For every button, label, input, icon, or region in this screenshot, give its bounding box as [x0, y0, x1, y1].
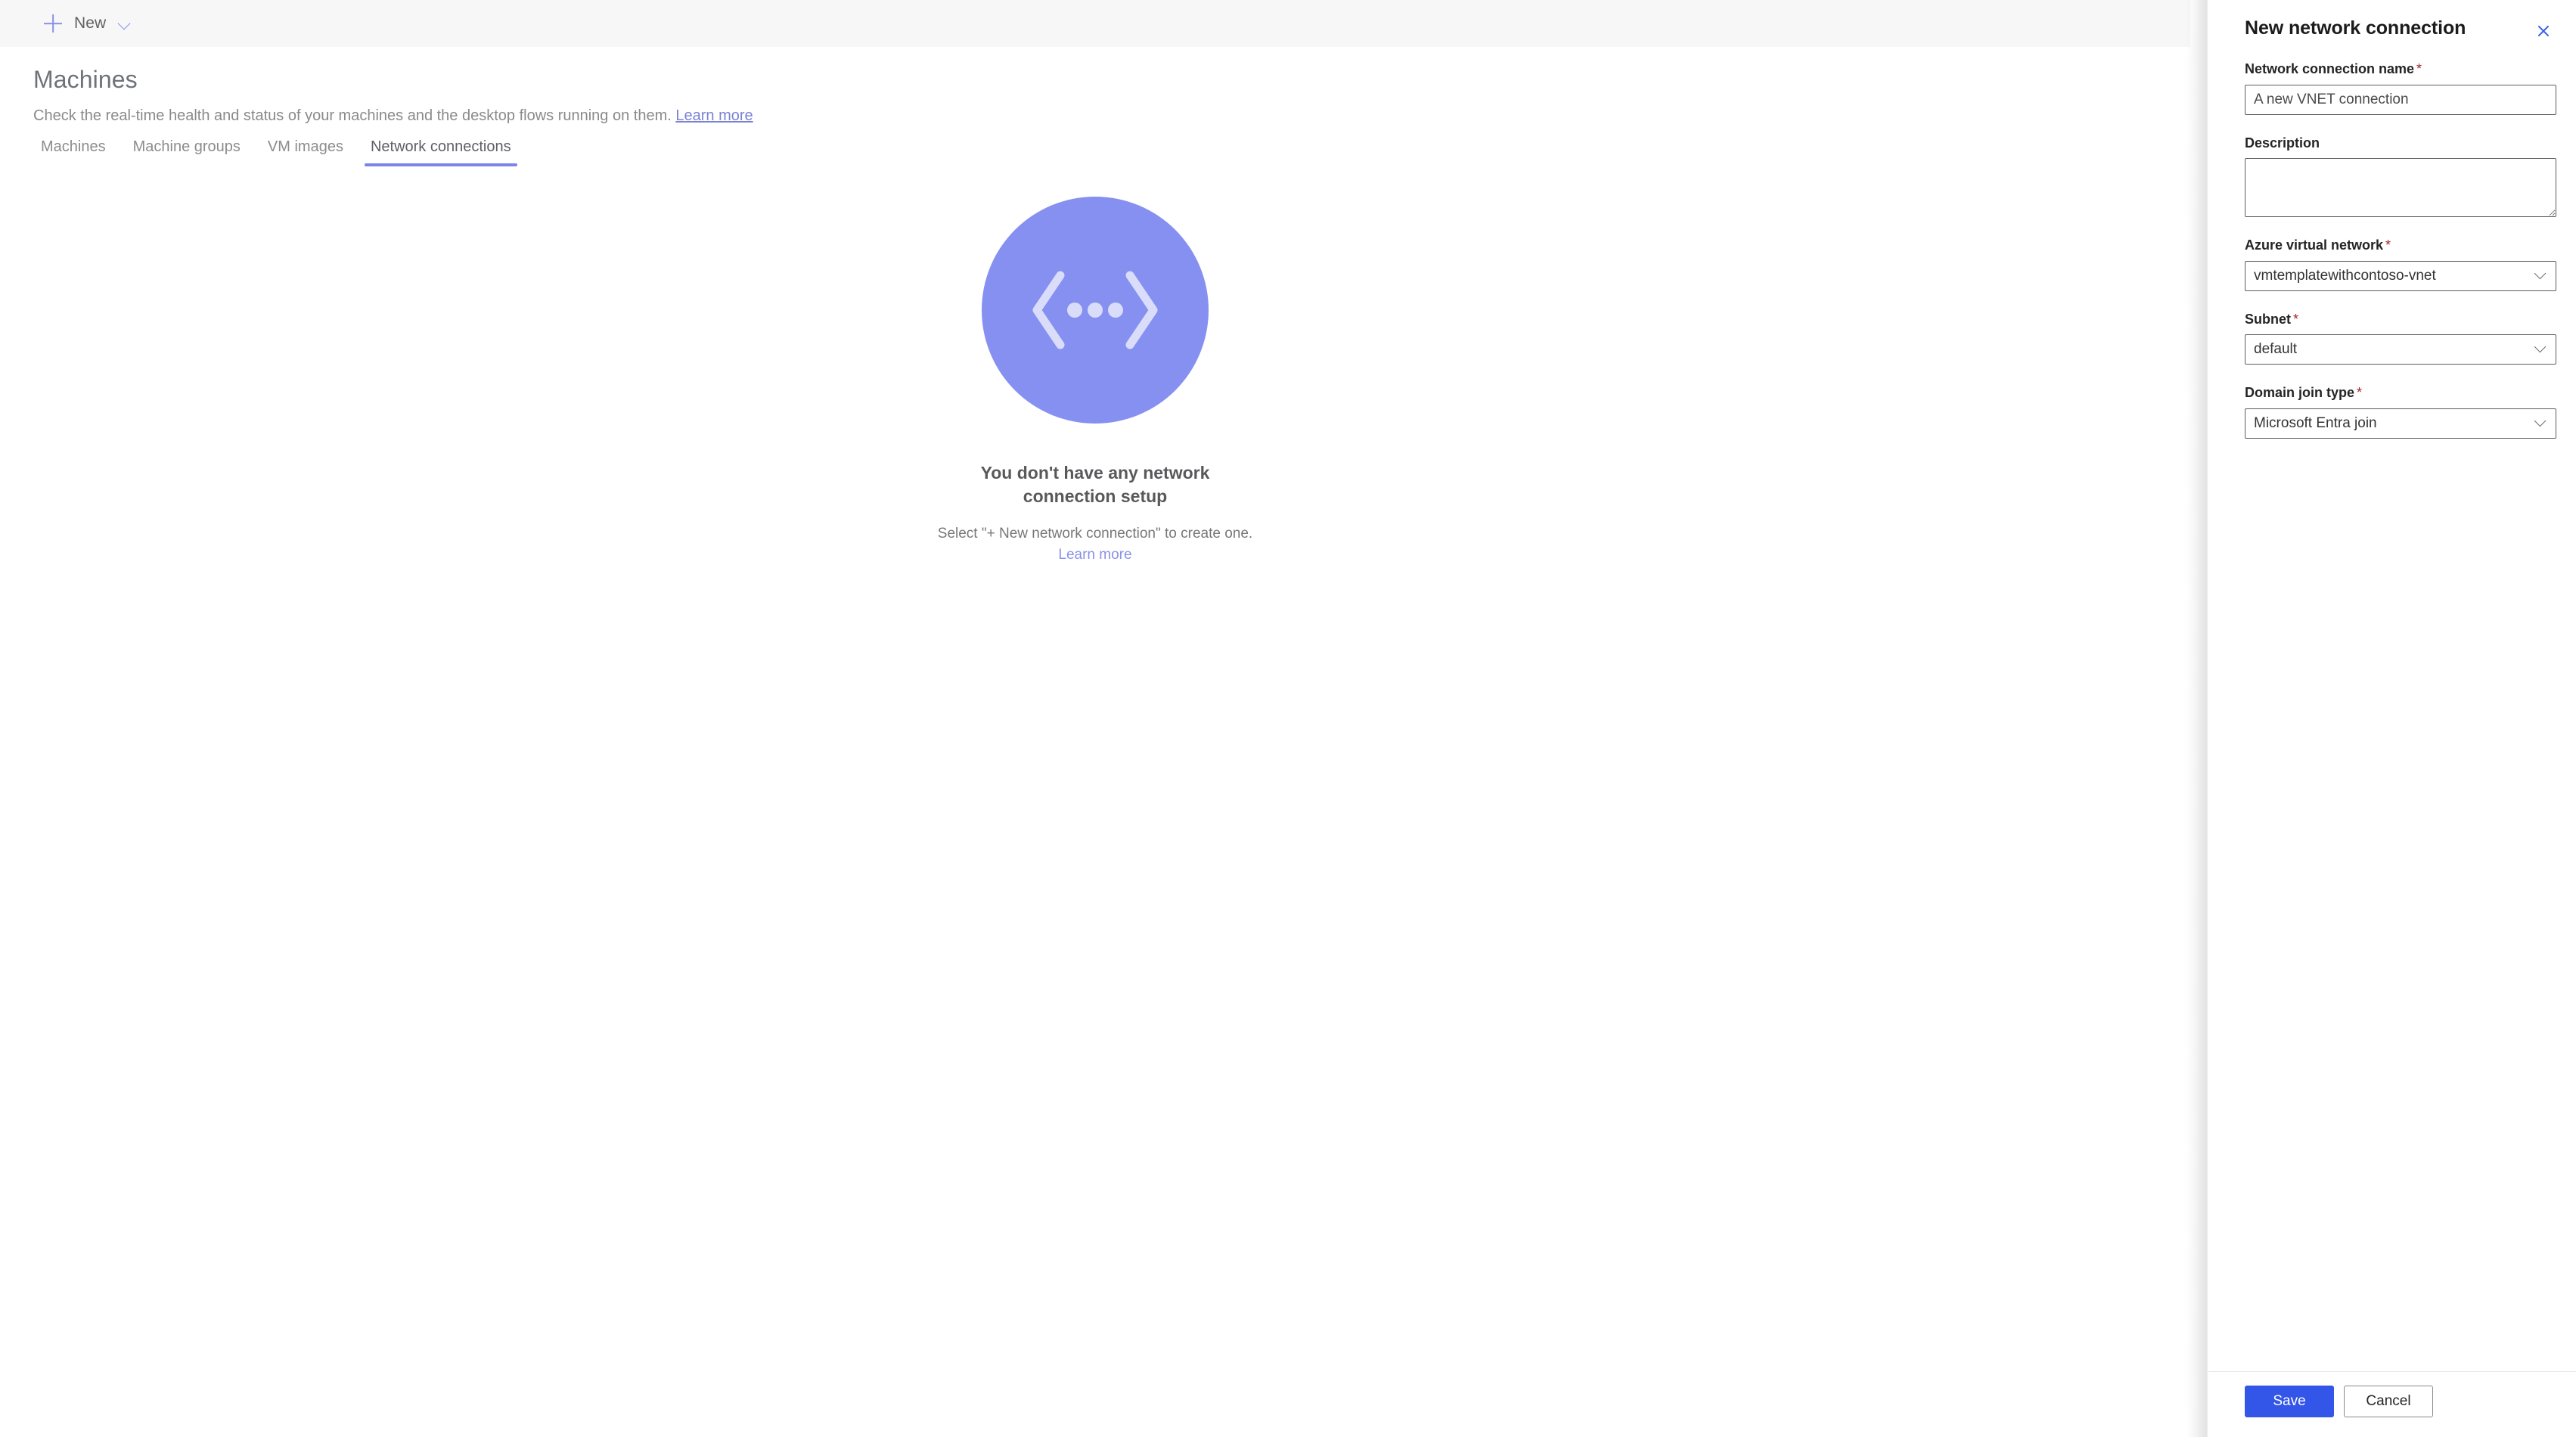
pivot-tabs: Machines Machine groups VM images Networ… — [33, 138, 525, 166]
domain-join-type-dropdown[interactable]: Microsoft Entra join — [2245, 408, 2556, 439]
azure-virtual-network-dropdown[interactable]: vmtemplatewithcontoso-vnet — [2245, 260, 2556, 291]
tab-network-connections[interactable]: Network connections — [357, 138, 525, 166]
new-network-connection-panel: New network connection Network connectio… — [2208, 0, 2576, 1437]
description-label: Description — [2245, 135, 2556, 152]
required-marker: * — [2357, 385, 2363, 400]
required-marker: * — [2416, 61, 2422, 76]
azure-virtual-network-label: Azure virtual network * — [2245, 237, 2556, 254]
plus-icon — [42, 13, 64, 34]
empty-state-description: Select "+ New network connection" to cre… — [925, 508, 1265, 565]
panel-title: New network connection — [2245, 17, 2466, 39]
new-button[interactable]: New — [33, 5, 140, 42]
azure-virtual-network-value[interactable]: vmtemplatewithcontoso-vnet — [2245, 260, 2556, 291]
field-subnet: Subnet * default — [2245, 311, 2556, 365]
field-domain-join-type: Domain join type * Microsoft Entra join — [2245, 384, 2556, 439]
tab-machines[interactable]: Machines — [33, 138, 119, 166]
required-marker: * — [2293, 311, 2299, 327]
page-subtitle-text: Check the real-time health and status of… — [33, 107, 672, 125]
network-connection-name-input[interactable] — [2245, 84, 2556, 115]
domain-join-type-value[interactable]: Microsoft Entra join — [2245, 408, 2556, 439]
panel-body: Network connection name* Description Azu… — [2208, 44, 2576, 1371]
field-azure-virtual-network: Azure virtual network * vmtemplatewithcon… — [2245, 237, 2556, 291]
page-subtitle-learn-more-link[interactable]: Learn more — [675, 107, 753, 124]
empty-state-description-text: Select "+ New network connection" to cre… — [937, 526, 1253, 542]
description-label-text: Description — [2245, 135, 2320, 151]
domain-join-type-label: Domain join type * — [2245, 384, 2556, 402]
required-marker: * — [2385, 237, 2391, 253]
close-icon[interactable] — [2531, 18, 2556, 44]
page-title: Machines — [33, 66, 138, 93]
network-connection-name-label-text: Network connection name — [2245, 61, 2415, 76]
page-header: Machines Check the real-time health and … — [0, 47, 2190, 126]
new-button-label: New — [74, 14, 107, 32]
main-content-area: New Machines Check the real-time health … — [0, 0, 2190, 1437]
panel-header: New network connection — [2208, 0, 2576, 44]
tab-machine-groups[interactable]: Machine groups — [119, 138, 254, 166]
save-button[interactable]: Save — [2245, 1386, 2334, 1417]
subnet-label-text: Subnet — [2245, 311, 2291, 327]
domain-join-type-label-text: Domain join type — [2245, 385, 2355, 400]
command-bar: New — [0, 0, 2190, 47]
chevron-down-icon — [118, 17, 131, 30]
empty-state: You don't have any network connection se… — [0, 197, 2190, 565]
page-subtitle: Check the real-time health and status of… — [0, 94, 2190, 126]
description-textarea[interactable] — [2245, 158, 2556, 217]
tab-vm-images[interactable]: VM images — [254, 138, 357, 166]
network-connection-name-label: Network connection name * — [2245, 61, 2556, 78]
empty-state-title: You don't have any network connection se… — [980, 463, 1210, 507]
empty-state-learn-more-link[interactable]: Learn more — [1058, 547, 1131, 563]
field-network-connection-name: Network connection name * — [2245, 61, 2556, 115]
network-connection-icon — [982, 197, 1209, 424]
azure-virtual-network-label-text: Azure virtual network — [2245, 237, 2384, 253]
cancel-button[interactable]: Cancel — [2344, 1386, 2433, 1417]
app-root: New Machines Check the real-time health … — [0, 0, 2576, 1437]
panel-footer: Save Cancel — [2208, 1371, 2576, 1437]
subnet-value[interactable]: default — [2245, 334, 2556, 365]
subnet-label: Subnet * — [2245, 311, 2556, 328]
field-description: Description — [2245, 135, 2556, 217]
subnet-dropdown[interactable]: default — [2245, 334, 2556, 365]
